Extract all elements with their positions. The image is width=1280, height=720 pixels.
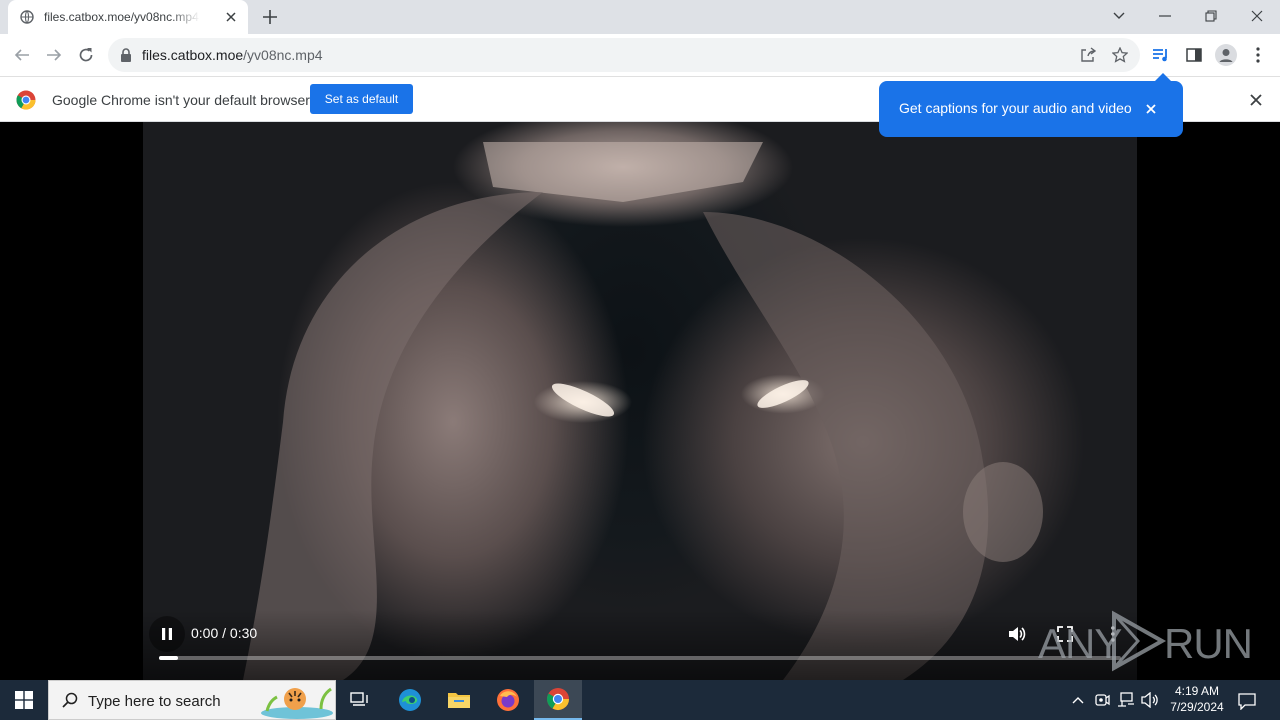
- url-text[interactable]: files.catbox.moe/yv08nc.mp4: [142, 47, 323, 63]
- chrome-logo-icon: [16, 90, 36, 110]
- volume-icon[interactable]: [1005, 622, 1029, 646]
- edge-icon[interactable]: [386, 680, 434, 720]
- side-panel-icon[interactable]: [1180, 41, 1208, 69]
- menu-kebab-icon[interactable]: [1244, 41, 1272, 69]
- infobar-close-icon[interactable]: [1246, 90, 1266, 110]
- clock-time: 4:19 AM: [1174, 684, 1220, 698]
- video-progress-bar[interactable]: [159, 656, 1121, 660]
- set-as-default-button[interactable]: Set as default: [310, 84, 413, 114]
- bookmark-star-icon[interactable]: [1110, 45, 1130, 65]
- video-image: [243, 142, 1043, 680]
- search-placeholder: Type here to search: [88, 693, 221, 710]
- new-tab-icon[interactable]: [259, 6, 281, 28]
- globe-icon: [20, 10, 34, 24]
- anyrun-watermark: ANY RUN: [1038, 610, 1253, 672]
- video-controls: 0:00 / 0:30: [143, 610, 1137, 680]
- captions-promo-text: Get captions for your audio and video: [899, 100, 1132, 116]
- task-view-icon[interactable]: [336, 680, 384, 720]
- address-bar[interactable]: files.catbox.moe/yv08nc.mp4: [108, 38, 1140, 72]
- windows-start-icon[interactable]: [0, 680, 48, 720]
- lock-icon[interactable]: [120, 48, 132, 62]
- speaker-icon[interactable]: [1140, 690, 1160, 710]
- profile-avatar-icon[interactable]: [1212, 41, 1240, 69]
- windows-taskbar: Type here to search 4:19 AM 7/29/2024: [0, 680, 1280, 720]
- browser-toolbar: files.catbox.moe/yv08nc.mp4: [0, 34, 1280, 76]
- network-icon[interactable]: [1116, 690, 1136, 710]
- captions-promo-bubble: Get captions for your audio and video: [879, 73, 1183, 137]
- media-controls-icon[interactable]: [1147, 41, 1175, 69]
- captions-bubble-close-icon[interactable]: [1141, 99, 1161, 119]
- video-time: 0:00 / 0:30: [191, 625, 258, 641]
- tab-close-icon[interactable]: [222, 8, 240, 26]
- back-icon[interactable]: [8, 41, 36, 69]
- url-path: /yv08nc.mp4: [243, 47, 323, 63]
- taskbar-clock[interactable]: 4:19 AM 7/29/2024: [1162, 683, 1232, 715]
- forward-icon[interactable]: [40, 41, 68, 69]
- infobar-message: Google Chrome isn't your default browser: [52, 92, 310, 108]
- reload-icon[interactable]: [72, 41, 100, 69]
- pause-icon[interactable]: [149, 616, 185, 652]
- watermark-run: RUN: [1164, 620, 1253, 667]
- search-highlight-tiger-icon: [259, 683, 335, 719]
- restore-icon[interactable]: [1188, 0, 1234, 32]
- tab-search-icon[interactable]: [1096, 0, 1142, 32]
- tray-overflow-chevron-icon[interactable]: [1068, 690, 1088, 710]
- taskbar-search-box[interactable]: Type here to search: [48, 680, 336, 720]
- video-progress-fill: [159, 656, 179, 660]
- share-icon[interactable]: [1078, 45, 1098, 65]
- video-page: 0:00 / 0:30: [0, 122, 1280, 680]
- tab-title: files.catbox.moe/yv08nc.mp4: [44, 10, 200, 24]
- meet-now-icon[interactable]: [1092, 690, 1112, 710]
- tab-strip: files.catbox.moe/yv08nc.mp4: [0, 0, 1280, 34]
- notification-center-icon[interactable]: [1236, 690, 1258, 712]
- video-frame[interactable]: [143, 122, 1137, 680]
- watermark-play-icon: [1108, 610, 1168, 672]
- firefox-icon[interactable]: [484, 680, 532, 720]
- chrome-taskbar-icon[interactable]: [534, 680, 582, 720]
- close-window-icon[interactable]: [1234, 0, 1280, 32]
- url-domain: files.catbox.moe: [142, 47, 244, 63]
- tab-active[interactable]: files.catbox.moe/yv08nc.mp4: [8, 0, 248, 34]
- file-explorer-icon[interactable]: [435, 680, 483, 720]
- search-icon: [61, 691, 79, 709]
- minimize-icon[interactable]: [1142, 0, 1188, 32]
- clock-date: 7/29/2024: [1170, 700, 1224, 714]
